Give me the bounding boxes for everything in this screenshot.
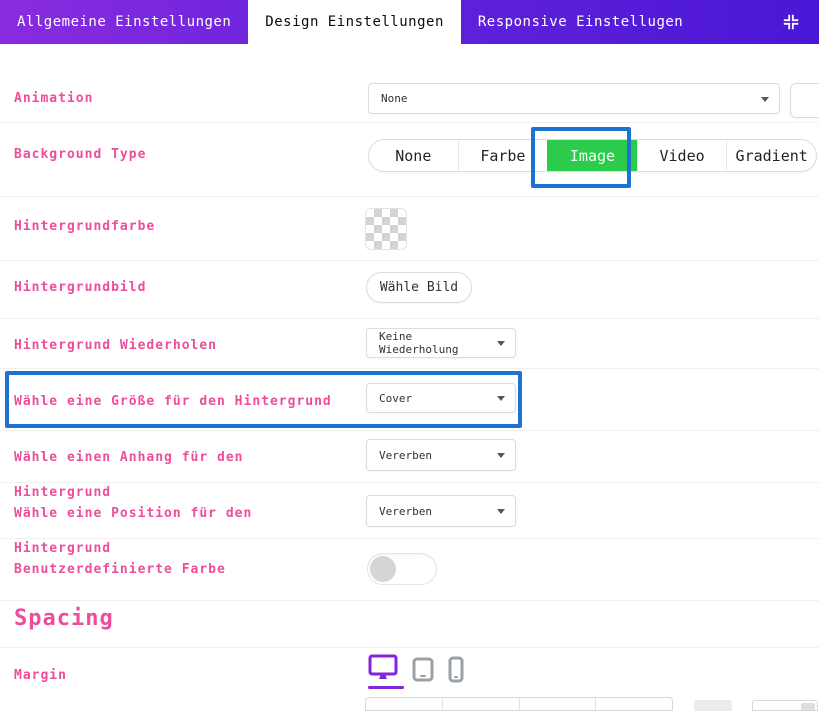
margin-values-inputs bbox=[365, 697, 673, 711]
row-divider bbox=[0, 482, 819, 483]
bgtype-option-image[interactable]: Image bbox=[547, 140, 637, 171]
background-image-label: Hintergrundbild bbox=[14, 280, 146, 295]
row-divider bbox=[0, 122, 819, 123]
margin-unit-stepper[interactable] bbox=[801, 703, 815, 710]
animation-secondary-box[interactable] bbox=[790, 83, 819, 118]
spacing-section-heading: Spacing bbox=[14, 606, 114, 631]
background-type-label: Background Type bbox=[14, 147, 146, 162]
tab-allgemeine-einstellungen[interactable]: Allgemeine Einstellungen bbox=[0, 0, 248, 44]
row-divider bbox=[0, 260, 819, 261]
background-type-button-group: None Farbe Image Video Gradient bbox=[368, 139, 817, 172]
chevron-down-icon bbox=[497, 453, 505, 458]
choose-image-button[interactable]: Wähle Bild bbox=[366, 272, 472, 303]
background-repeat-select[interactable]: Keine Wiederholung bbox=[366, 328, 516, 358]
background-attachment-label-line1: Wähle einen Anhang für den bbox=[14, 450, 244, 465]
design-settings-panel: Allgemeine Einstellungen Design Einstell… bbox=[0, 0, 819, 711]
background-position-label: Wähle eine Position für den Hintergrund bbox=[14, 506, 252, 521]
background-position-label-line1: Wähle eine Position für den bbox=[14, 506, 252, 521]
background-repeat-label: Hintergrund Wiederholen bbox=[14, 338, 217, 353]
device-switcher bbox=[368, 653, 464, 683]
background-size-label: Wähle eine Größe für den Hintergrund bbox=[14, 394, 332, 409]
background-size-value: Cover bbox=[379, 392, 412, 405]
desktop-icon bbox=[368, 653, 398, 683]
animation-select-value: None bbox=[381, 92, 408, 105]
tab-responsive-einstellungen[interactable]: Responsive Einstellugen bbox=[461, 0, 700, 44]
row-divider bbox=[0, 368, 819, 369]
margin-top-input[interactable] bbox=[366, 698, 442, 710]
background-position-select[interactable]: Vererben bbox=[366, 495, 516, 527]
chevron-down-icon bbox=[497, 509, 505, 514]
row-divider bbox=[0, 430, 819, 431]
phone-icon bbox=[448, 656, 464, 683]
row-divider bbox=[0, 196, 819, 197]
bgtype-option-gradient[interactable]: Gradient bbox=[726, 140, 816, 171]
background-size-select[interactable]: Cover bbox=[366, 383, 516, 413]
background-color-swatch[interactable] bbox=[365, 208, 407, 250]
device-phone-button[interactable] bbox=[448, 656, 464, 683]
row-divider bbox=[0, 538, 819, 539]
custom-color-label: Benutzerdefinierte Farbe bbox=[14, 562, 226, 577]
tab-design-einstellungen[interactable]: Design Einstellungen bbox=[248, 0, 461, 44]
tabbar-spacer bbox=[700, 0, 763, 44]
background-attachment-select[interactable]: Vererben bbox=[366, 439, 516, 471]
collapse-icon bbox=[782, 13, 800, 31]
chevron-down-icon bbox=[761, 97, 769, 102]
row-divider bbox=[0, 318, 819, 319]
device-tablet-button[interactable] bbox=[412, 656, 434, 683]
tablet-icon bbox=[412, 656, 434, 683]
bgtype-option-none[interactable]: None bbox=[369, 140, 458, 171]
chevron-down-icon bbox=[497, 341, 505, 346]
background-repeat-value: Keine Wiederholung bbox=[379, 330, 491, 356]
background-attachment-value: Vererben bbox=[379, 449, 432, 462]
bgtype-option-farbe[interactable]: Farbe bbox=[458, 140, 548, 171]
row-divider bbox=[0, 600, 819, 601]
active-device-indicator bbox=[368, 686, 404, 689]
margin-left-input[interactable] bbox=[595, 698, 672, 710]
chevron-down-icon bbox=[497, 396, 505, 401]
background-attachment-label: Wähle einen Anhang für den Hintergrund bbox=[14, 450, 244, 465]
device-desktop-button[interactable] bbox=[368, 653, 398, 683]
margin-right-input[interactable] bbox=[442, 698, 519, 710]
margin-label: Margin bbox=[14, 668, 67, 683]
custom-color-toggle[interactable] bbox=[367, 553, 437, 585]
background-attachment-label-line2: Hintergrund bbox=[14, 485, 111, 500]
settings-tabbar: Allgemeine Einstellungen Design Einstell… bbox=[0, 0, 819, 44]
background-position-label-line2: Hintergrund bbox=[14, 541, 111, 556]
margin-bottom-input[interactable] bbox=[519, 698, 596, 710]
background-color-label: Hintergrundfarbe bbox=[14, 219, 155, 234]
toggle-knob bbox=[370, 556, 396, 582]
animation-label: Animation bbox=[14, 91, 93, 106]
margin-link-values-button[interactable] bbox=[694, 700, 732, 711]
animation-select[interactable]: None bbox=[368, 83, 780, 114]
collapse-panel-button[interactable] bbox=[763, 0, 819, 44]
background-position-value: Vererben bbox=[379, 505, 432, 518]
row-divider bbox=[0, 647, 819, 648]
bgtype-option-video[interactable]: Video bbox=[637, 140, 727, 171]
margin-unit-input[interactable] bbox=[752, 700, 818, 711]
